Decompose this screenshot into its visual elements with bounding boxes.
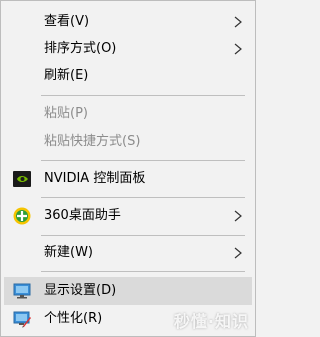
- menu-item-label: 360桌面助手: [44, 208, 121, 223]
- menu-item-label: NVIDIA 控制面板: [44, 171, 146, 186]
- menu-item-label: 粘贴快捷方式(S): [44, 134, 141, 149]
- menu-item-label: 查看(V): [44, 14, 90, 29]
- menu-item-view[interactable]: 查看(V): [4, 8, 252, 36]
- menu-item-label: 粘贴(P): [44, 106, 88, 121]
- menu-item-paste-shortcut: 粘贴快捷方式(S): [4, 128, 252, 156]
- menu-item-label: 个性化(R): [44, 311, 103, 326]
- menu-item-label: 排序方式(O): [44, 41, 117, 56]
- watermark-text: 秒懂·知识: [173, 312, 249, 331]
- menu-item-nvidia-control-panel[interactable]: NVIDIA 控制面板: [4, 165, 252, 193]
- menu-separator: [41, 95, 245, 96]
- chevron-right-icon: [234, 16, 242, 28]
- menu-item-refresh[interactable]: 刷新(E): [4, 62, 252, 90]
- menu-item-360-desktop-assistant[interactable]: 360桌面助手: [4, 202, 252, 230]
- menu-item-display-settings[interactable]: 显示设置(D): [4, 277, 252, 305]
- menu-separator: [41, 197, 245, 198]
- chevron-right-icon: [234, 43, 242, 55]
- menu-separator: [41, 271, 245, 272]
- 360-icon: [13, 207, 31, 225]
- chevron-right-icon: [234, 247, 242, 259]
- menu-item-paste: 粘贴(P): [4, 100, 252, 128]
- display-icon: [13, 283, 31, 299]
- menu-separator: [41, 235, 245, 236]
- menu-item-sort-by[interactable]: 排序方式(O): [4, 35, 252, 63]
- desktop-context-menu: 查看(V) 排序方式(O) 刷新(E) 粘贴(P) 粘贴快捷方式(S) NVID…: [0, 0, 256, 337]
- chevron-right-icon: [234, 210, 242, 222]
- menu-item-label: 刷新(E): [44, 68, 89, 83]
- menu-item-new[interactable]: 新建(W): [4, 239, 252, 267]
- menu-separator: [41, 160, 245, 161]
- personalize-icon: [13, 311, 31, 328]
- menu-item-label: 显示设置(D): [44, 283, 117, 298]
- nvidia-icon: [13, 171, 31, 187]
- menu-item-label: 新建(W): [44, 245, 93, 260]
